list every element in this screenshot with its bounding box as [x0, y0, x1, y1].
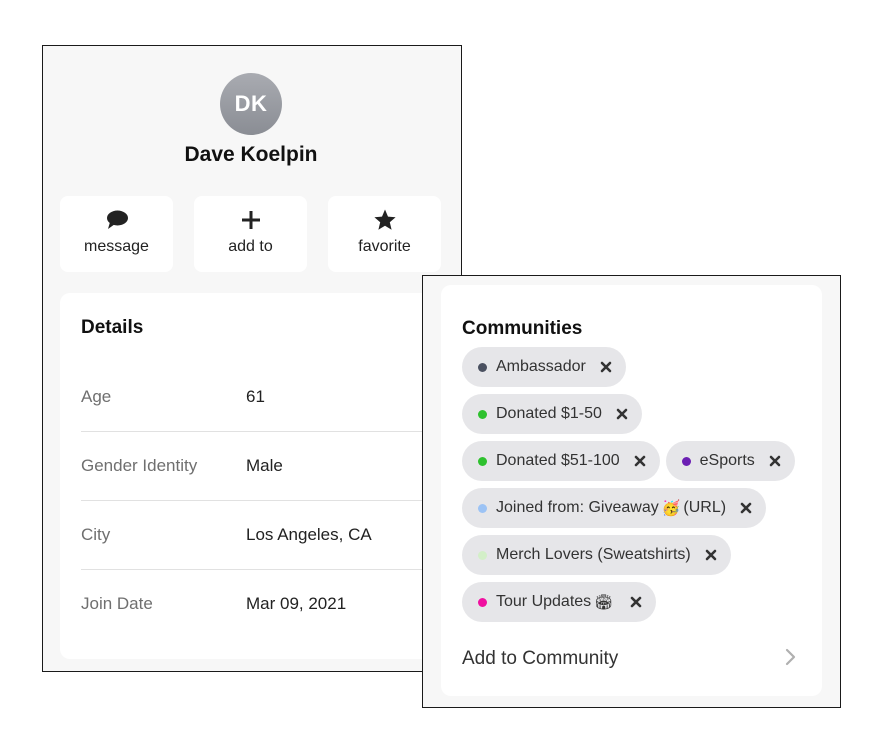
chevron-right-icon — [784, 647, 798, 672]
community-chip-joined-from-giveaway: Joined from: Giveaway 🥳 (URL) — [462, 488, 767, 528]
community-chip-ambassador: Ambassador — [462, 347, 626, 387]
add-to-button[interactable]: add to — [194, 196, 307, 272]
community-dot — [478, 409, 487, 419]
detail-value: Los Angeles, CA — [246, 525, 372, 544]
detail-row-city: City Los Angeles, CA — [81, 501, 460, 570]
message-label: message — [84, 238, 149, 255]
detail-row-gender: Gender Identity Male — [81, 432, 460, 501]
community-chip-esports: eSports — [665, 441, 795, 481]
details-card: Details Age 61 Gender Identity Male City… — [60, 293, 460, 659]
favorite-label: favorite — [358, 238, 411, 255]
community-dot — [681, 456, 691, 466]
chip-label: eSports — [699, 452, 755, 469]
community-dot — [478, 503, 487, 513]
community-dot — [478, 362, 487, 372]
plus-icon — [240, 208, 262, 232]
message-button[interactable]: message — [60, 196, 173, 272]
chip-label: Joined from: Giveaway — [496, 499, 659, 516]
community-chip-donated-1-50: Donated $1-50 — [462, 394, 642, 434]
detail-value: Mar 09, 2021 — [246, 594, 347, 613]
communities-title: Communities — [462, 318, 583, 339]
avatar: DK — [220, 73, 282, 135]
chat-bubble-icon — [105, 208, 129, 232]
add-to-community-row[interactable]: Add to Community — [462, 644, 798, 674]
remove-chip-icon[interactable] — [633, 454, 647, 468]
profile-name: Dave Koelpin — [184, 143, 318, 166]
community-chip-tour-updates: Tour Updates 🏟 — [462, 582, 657, 622]
community-chip-donated-51-100: Donated $51-100 — [462, 441, 660, 481]
communities-panel: Communities Ambassador Donated $1-50 Don… — [422, 275, 841, 708]
chip-row: Tour Updates 🏟 — [462, 582, 657, 622]
detail-label: Age — [81, 387, 112, 406]
remove-chip-icon[interactable] — [739, 501, 753, 515]
remove-chip-icon[interactable] — [704, 548, 718, 562]
chip-suffix: (URL) — [683, 499, 727, 516]
chip-label: Donated $51-100 — [496, 452, 620, 469]
community-dot — [478, 550, 487, 560]
detail-label: Join Date — [81, 594, 153, 613]
star-icon — [373, 208, 397, 232]
detail-label: Gender Identity — [81, 456, 198, 475]
chip-row: Ambassador — [462, 347, 626, 387]
detail-row-join-date: Join Date Mar 09, 2021 — [81, 570, 460, 639]
chip-row: Donated $51-100 eSports — [462, 441, 795, 481]
community-dot — [478, 597, 487, 607]
detail-label: City — [81, 525, 111, 544]
chip-row: Donated $1-50 — [462, 394, 642, 434]
community-dot — [478, 456, 487, 466]
community-chip-merch-lovers: Merch Lovers (Sweatshirts) — [462, 535, 731, 575]
chip-row: Merch Lovers (Sweatshirts) — [462, 535, 731, 575]
add-to-label: add to — [228, 238, 273, 255]
stadium-emoji: 🏟 — [594, 594, 614, 611]
favorite-button[interactable]: favorite — [328, 196, 441, 272]
chip-label: Donated $1-50 — [496, 405, 602, 422]
communities-card: Communities Ambassador Donated $1-50 Don… — [441, 285, 822, 696]
detail-value: 61 — [246, 387, 265, 406]
detail-value: Male — [246, 456, 283, 475]
chip-label: Ambassador — [496, 358, 586, 375]
chip-label: Merch Lovers (Sweatshirts) — [496, 546, 691, 563]
party-face-emoji: 🥳 — [661, 500, 681, 517]
detail-row-age: Age 61 — [81, 363, 460, 432]
add-to-community-label: Add to Community — [462, 648, 619, 669]
chip-row: Joined from: Giveaway 🥳 (URL) — [462, 488, 767, 528]
avatar-initials: DK — [234, 91, 268, 116]
remove-chip-icon[interactable] — [615, 407, 629, 421]
remove-chip-icon[interactable] — [629, 595, 643, 609]
details-title: Details — [81, 317, 144, 338]
remove-chip-icon[interactable] — [599, 360, 613, 374]
remove-chip-icon[interactable] — [768, 454, 782, 468]
chip-label: Tour Updates — [496, 593, 592, 610]
profile-panel: DK Dave Koelpin message add to favorite — [42, 45, 462, 672]
